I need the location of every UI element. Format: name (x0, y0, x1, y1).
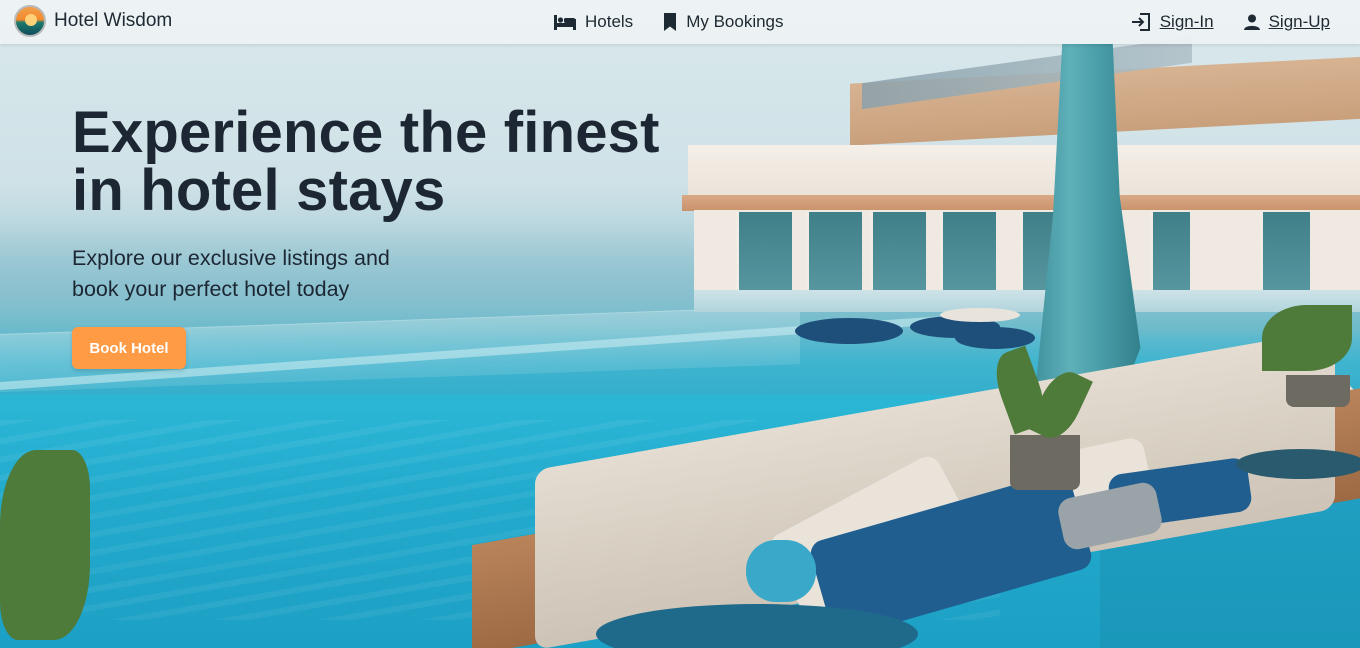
nav-hotels-label: Hotels (585, 12, 634, 31)
book-hotel-button[interactable]: Book Hotel (72, 327, 186, 369)
nav-my-bookings-label: My Bookings (686, 12, 784, 31)
building-band (682, 195, 1360, 211)
plant (1262, 305, 1352, 371)
auth-nav: Sign-In Sign-Up (1131, 0, 1330, 44)
top-navbar: Hotel Wisdom Hotels My Bookings Sign-In … (0, 0, 1360, 44)
hero-subtitle: Explore our exclusive listings and book … (72, 243, 452, 305)
hero-title-line2: in hotel stays (72, 158, 446, 223)
sign-in-link[interactable]: Sign-In (1131, 12, 1214, 32)
login-icon (1131, 13, 1150, 31)
hero-title: Experience the finest in hotel stays (72, 104, 712, 220)
nav-my-bookings-link[interactable]: My Bookings (663, 12, 784, 32)
hero-subtitle-line1: Explore our exclusive listings and (72, 246, 390, 270)
sign-up-link[interactable]: Sign-Up (1243, 12, 1330, 32)
nav-hotels-link[interactable]: Hotels (554, 12, 633, 32)
hero-title-line1: Experience the finest (72, 100, 660, 165)
hero-subtitle-line2: book your perfect hotel today (72, 277, 350, 301)
pool-cushion (940, 308, 1020, 322)
user-icon (1243, 14, 1260, 30)
building-deck (694, 290, 1360, 312)
bed-icon (554, 15, 576, 30)
plant-pot (1286, 375, 1350, 407)
brand-link[interactable]: Hotel Wisdom (14, 5, 172, 37)
oleander-plant (0, 450, 90, 640)
plant-pot (1010, 435, 1080, 490)
sign-up-label: Sign-Up (1268, 12, 1330, 31)
bookmark-icon (664, 13, 677, 31)
side-table (1236, 449, 1360, 479)
sign-in-label: Sign-In (1159, 12, 1214, 31)
pool-cushion (795, 318, 903, 344)
rolled-towel (746, 540, 816, 602)
brand-name: Hotel Wisdom (54, 10, 173, 31)
sunset-logo-icon (14, 5, 46, 37)
hero-background-image (0, 0, 1360, 648)
primary-nav: Hotels My Bookings (554, 0, 784, 44)
